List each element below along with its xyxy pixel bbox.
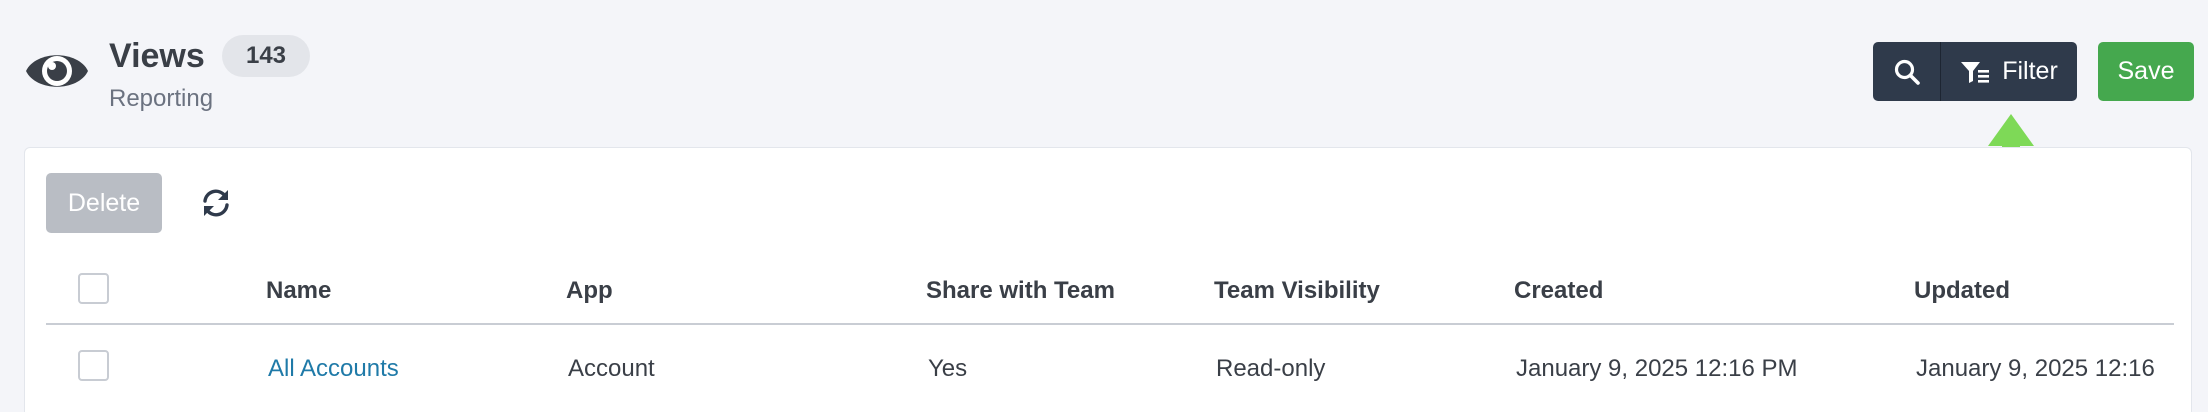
column-header-visibility[interactable]: Team Visibility: [1214, 276, 1380, 306]
eye-icon: [26, 55, 88, 87]
row-name-link[interactable]: All Accounts: [268, 354, 399, 384]
column-header-share[interactable]: Share with Team: [926, 276, 1115, 306]
row-updated: January 9, 2025 12:16: [1916, 355, 2155, 382]
filter-icon: [1961, 61, 1990, 83]
column-header-updated[interactable]: Updated: [1914, 276, 2010, 306]
refresh-icon[interactable]: [201, 188, 231, 218]
page-title: Views: [109, 37, 205, 75]
search-filter-group: Filter: [1873, 42, 2077, 101]
save-button[interactable]: Save: [2098, 42, 2194, 101]
search-icon: [1894, 59, 1920, 85]
page-subtitle: Reporting: [109, 85, 214, 112]
search-button[interactable]: [1873, 42, 1941, 101]
filter-button[interactable]: Filter: [1941, 42, 2077, 101]
column-header-name[interactable]: Name: [266, 276, 331, 306]
table-header-divider: [46, 323, 2174, 325]
column-header-app[interactable]: App: [566, 276, 613, 306]
column-header-created[interactable]: Created: [1514, 276, 1603, 306]
filter-label: Filter: [2002, 57, 2058, 85]
row-app: Account: [568, 355, 655, 382]
row-share: Yes: [928, 355, 968, 382]
row-checkbox[interactable]: [78, 350, 109, 381]
select-all-checkbox[interactable]: [78, 273, 109, 304]
count-badge: 143: [222, 35, 310, 77]
row-visibility: Read-only: [1216, 355, 1326, 382]
row-created: January 9, 2025 12:16 PM: [1516, 355, 1798, 382]
delete-button[interactable]: Delete: [46, 173, 162, 233]
